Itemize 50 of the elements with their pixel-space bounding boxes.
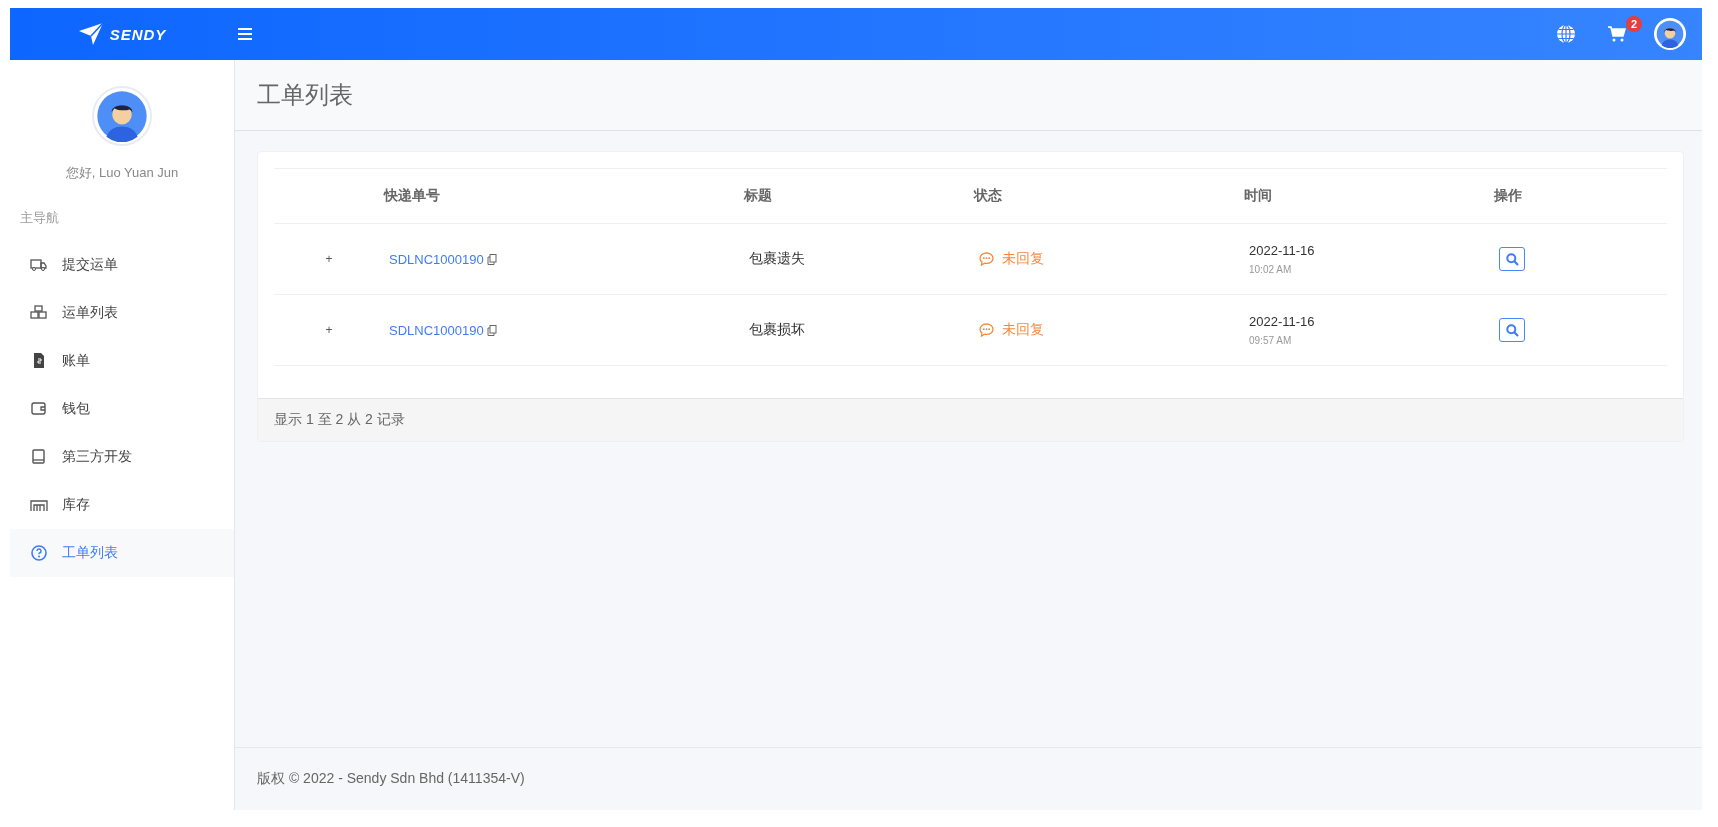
expand-toggle[interactable]: + — [325, 252, 333, 266]
column-header: 快递单号 — [384, 187, 441, 205]
sidebar-item[interactable]: 钱包 — [10, 385, 234, 433]
sidebar-item[interactable]: 工单列表 — [10, 529, 234, 577]
copyright-text: 版权 © 2022 - Sendy Sdn Bhd (1411354-V) — [257, 770, 525, 788]
status-text: 未回复 — [1002, 321, 1044, 339]
search-icon — [1505, 323, 1519, 337]
sidebar-item[interactable]: 第三方开发 — [10, 433, 234, 481]
greeting-text: 您好, Luo Yuan Jun — [65, 164, 179, 182]
book-icon — [30, 448, 48, 466]
view-button[interactable] — [1499, 247, 1525, 271]
logo-text: SENDY — [109, 25, 167, 43]
record-summary: 显示 1 至 2 从 2 记录 — [258, 398, 1683, 441]
search-icon — [1505, 252, 1519, 266]
help-icon — [30, 544, 48, 562]
nav-section-label: 主导航 — [19, 209, 60, 227]
column-header: 标题 — [744, 187, 773, 205]
sidebar-item[interactable]: 库存 — [10, 481, 234, 529]
copy-icon[interactable] — [486, 324, 497, 336]
profile-avatar — [92, 86, 152, 146]
tracking-number-link[interactable]: SDLNC1000190 — [389, 251, 484, 267]
user-avatar[interactable] — [1654, 18, 1686, 50]
globe-icon — [1556, 24, 1576, 44]
page-title: 工单列表 — [257, 80, 353, 110]
menu-icon — [238, 28, 252, 40]
column-header: 时间 — [1244, 187, 1273, 205]
time-text: 10:02 AM — [1248, 264, 1293, 275]
sidebar-item[interactable]: 提交运单 — [10, 241, 234, 289]
copy-icon[interactable] — [486, 253, 497, 265]
wallet-icon — [30, 400, 48, 418]
chat-bubble-icon — [979, 323, 994, 337]
date-text: 2022-11-16 — [1248, 243, 1316, 258]
truck-icon — [30, 256, 48, 274]
paper-plane-icon — [77, 22, 104, 46]
tracking-number-link[interactable]: SDLNC1000190 — [389, 322, 484, 338]
cart-count-badge: 2 — [1626, 16, 1642, 32]
boxes-icon — [30, 304, 48, 322]
column-header: 操作 — [1494, 187, 1523, 205]
expand-toggle[interactable]: + — [325, 323, 333, 337]
date-text: 2022-11-16 — [1248, 314, 1316, 329]
time-text: 09:57 AM — [1248, 335, 1293, 346]
sidebar-item[interactable]: 运单列表 — [10, 289, 234, 337]
ticket-title: 包裹损坏 — [748, 321, 806, 339]
column-header: 状态 — [974, 187, 1003, 205]
cart-icon — [1608, 26, 1626, 42]
ticket-title: 包裹遗失 — [748, 250, 806, 268]
status-text: 未回复 — [1002, 250, 1044, 268]
chat-bubble-icon — [979, 252, 994, 266]
view-button[interactable] — [1499, 318, 1525, 342]
sidebar-item[interactable]: 账单 — [10, 337, 234, 385]
